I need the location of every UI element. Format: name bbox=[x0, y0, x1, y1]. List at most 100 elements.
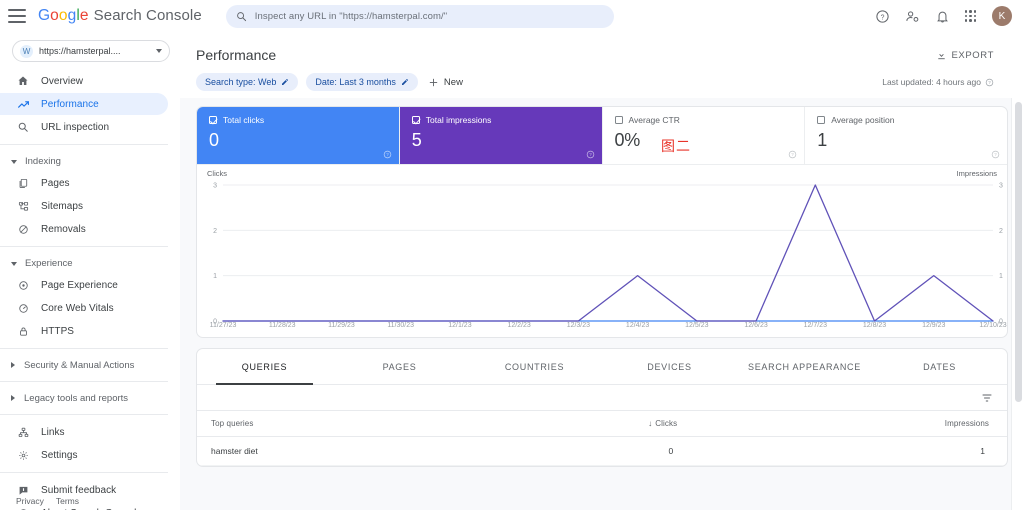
metric-checkbox[interactable] bbox=[209, 116, 217, 124]
tab-dates[interactable]: DATES bbox=[872, 349, 1007, 384]
tab-countries[interactable]: COUNTRIES bbox=[467, 349, 602, 384]
avatar[interactable]: K bbox=[992, 6, 1012, 26]
metric-checkbox[interactable] bbox=[411, 116, 420, 124]
sidebar-item-label: Core Web Vitals bbox=[41, 302, 114, 314]
tab-label: QUERIES bbox=[241, 361, 288, 372]
tab-search-appearance[interactable]: SEARCH APPEARANCE bbox=[737, 349, 872, 384]
table-col-clicks[interactable]: ↓ Clicks bbox=[445, 411, 696, 437]
tab-label: PAGES bbox=[382, 361, 417, 372]
sidebar-item-label: Settings bbox=[41, 449, 78, 461]
chart-plot-area: 0 01 12 23 3 bbox=[213, 183, 1003, 326]
metric-card-average-ctr[interactable]: Average CTR 0% ? bbox=[603, 107, 806, 164]
performance-chart[interactable]: Clicks Impressions 00112233 11/27/23 11/2… bbox=[197, 165, 1007, 337]
sidebar-item-links[interactable]: Links bbox=[0, 421, 168, 443]
sidebar-item-label: URL inspection bbox=[41, 121, 110, 133]
sidebar-item-label: Links bbox=[41, 426, 65, 438]
metric-checkbox[interactable] bbox=[614, 116, 623, 124]
help-icon[interactable]: ? bbox=[991, 150, 1000, 159]
account-settings-icon[interactable] bbox=[905, 8, 921, 24]
export-label: EXPORT bbox=[951, 49, 994, 61]
sidebar-group-security-manual-actions[interactable]: Security & Manual Actions bbox=[0, 355, 180, 375]
sidebar-group-experience[interactable]: Experience bbox=[0, 253, 180, 273]
chevron-down-icon bbox=[11, 261, 17, 266]
body: W https://hamsterpal.... Overview Perfor… bbox=[0, 32, 1024, 510]
filter-chip-search-type[interactable]: Search type: Web bbox=[196, 73, 299, 91]
sidebar-item-url-inspection[interactable]: URL inspection bbox=[0, 116, 168, 138]
chevron-down-icon bbox=[156, 49, 162, 53]
help-icon[interactable]: ? bbox=[875, 8, 891, 24]
table-col-clicks-label: Clicks bbox=[655, 419, 678, 428]
table-filter-bar bbox=[197, 385, 1007, 411]
chart-x-tick: 12/9/23 bbox=[922, 322, 946, 329]
metric-value: 0 bbox=[209, 130, 219, 150]
url-inspection-search-input[interactable]: Inspect any URL in "https://hamsterpal.c… bbox=[225, 4, 614, 28]
vertical-scrollbar[interactable] bbox=[1011, 98, 1024, 510]
sidebar-group-label: Security & Manual Actions bbox=[24, 359, 135, 371]
sidebar-item-sitemaps[interactable]: Sitemaps bbox=[0, 195, 168, 217]
terms-link[interactable]: Terms bbox=[56, 496, 79, 506]
table-col-impressions[interactable]: Impressions bbox=[695, 411, 1007, 437]
links-icon bbox=[16, 425, 30, 439]
export-button[interactable]: EXPORT bbox=[936, 50, 1009, 61]
metric-checkbox[interactable] bbox=[817, 116, 826, 124]
sidebar-item-label: Removals bbox=[41, 223, 86, 235]
scrollbar-thumb[interactable] bbox=[1015, 102, 1022, 402]
metric-card-total-impressions[interactable]: Total impressions 5 ? bbox=[399, 107, 603, 164]
chart-x-tick: 11/30/23 bbox=[387, 322, 415, 329]
table-row[interactable]: hamster diet 0 1 bbox=[197, 436, 1007, 466]
download-icon bbox=[937, 50, 945, 59]
dimensions-panel: QUERIES PAGES COUNTRIES DEVICES SEARCH APPEA… bbox=[196, 348, 1008, 467]
help-icon[interactable]: ? bbox=[586, 150, 595, 159]
sidebar-item-https[interactable]: HTTPS bbox=[0, 320, 168, 342]
core-web-vitals-icon bbox=[16, 301, 30, 315]
product-name: Search Console bbox=[93, 7, 202, 24]
filter-chip-date[interactable]: Date: Last 3 months bbox=[306, 73, 418, 91]
metric-label-row: Total clicks bbox=[209, 115, 389, 125]
filter-row: Search type: Web Date: Last 3 months New… bbox=[196, 68, 1008, 98]
hamburger-icon[interactable] bbox=[8, 9, 26, 23]
svg-text:?: ? bbox=[589, 152, 592, 157]
brand: Google Search Console bbox=[38, 7, 202, 25]
sidebar-item-label: Overview bbox=[41, 75, 84, 87]
sidebar-item-page-experience[interactable]: Page Experience bbox=[0, 274, 168, 296]
sidebar-item-overview[interactable]: Overview bbox=[0, 70, 168, 92]
metric-label-row: Total impressions bbox=[411, 115, 592, 125]
metric-card-average-position[interactable]: Average position 1 ? bbox=[805, 107, 1007, 164]
tab-label: DEVICES bbox=[647, 361, 692, 372]
feedback-icon bbox=[16, 483, 30, 497]
sidebar-group-label: Indexing bbox=[25, 155, 61, 167]
metric-label: Average position bbox=[831, 115, 895, 125]
table-body: hamster diet 0 1 bbox=[197, 436, 1007, 466]
bell-icon[interactable] bbox=[935, 8, 951, 24]
sidebar-item-removals[interactable]: Removals bbox=[0, 218, 168, 240]
chart-x-tick: 12/5/23 bbox=[685, 322, 709, 329]
tab-pages[interactable]: PAGES bbox=[332, 349, 467, 384]
divider bbox=[0, 246, 168, 247]
chart-ylabel-right: Impressions bbox=[956, 169, 997, 178]
table-header-row: Top queries ↓ Clicks Impressions bbox=[197, 411, 1007, 437]
chart-x-tick: 11/27/23 bbox=[209, 322, 237, 329]
tab-devices[interactable]: DEVICES bbox=[602, 349, 737, 384]
sidebar-item-settings[interactable]: Settings bbox=[0, 444, 168, 466]
sidebar-item-label: Page Experience bbox=[41, 279, 118, 291]
metric-card-total-clicks[interactable]: Total clicks 0 ? bbox=[197, 107, 400, 164]
table-col-top-queries[interactable]: Top queries bbox=[197, 411, 446, 437]
apps-grid-icon[interactable] bbox=[964, 10, 976, 22]
sidebar-group-legacy-tools[interactable]: Legacy tools and reports bbox=[0, 388, 180, 408]
help-icon[interactable]: ? bbox=[383, 150, 392, 159]
page-title-row: Performance EXPORT bbox=[196, 42, 1008, 68]
privacy-link[interactable]: Privacy bbox=[16, 496, 44, 506]
sidebar-item-pages[interactable]: Pages bbox=[0, 172, 168, 194]
metric-label: Average CTR bbox=[628, 115, 680, 125]
filter-icon[interactable] bbox=[981, 392, 993, 404]
sidebar-item-core-web-vitals[interactable]: Core Web Vitals bbox=[0, 297, 168, 319]
sidebar-group-indexing[interactable]: Indexing bbox=[0, 151, 180, 171]
chart-x-tick: 12/10/23 bbox=[979, 322, 1007, 329]
sidebar-item-performance[interactable]: Performance bbox=[0, 93, 168, 115]
new-filter-button[interactable]: New bbox=[428, 77, 463, 88]
help-icon[interactable]: ? bbox=[985, 78, 994, 87]
property-selector[interactable]: W https://hamsterpal.... bbox=[12, 40, 170, 62]
tab-queries[interactable]: QUERIES bbox=[197, 349, 332, 386]
metric-value: 1 bbox=[817, 130, 828, 150]
help-icon[interactable]: ? bbox=[788, 150, 797, 159]
